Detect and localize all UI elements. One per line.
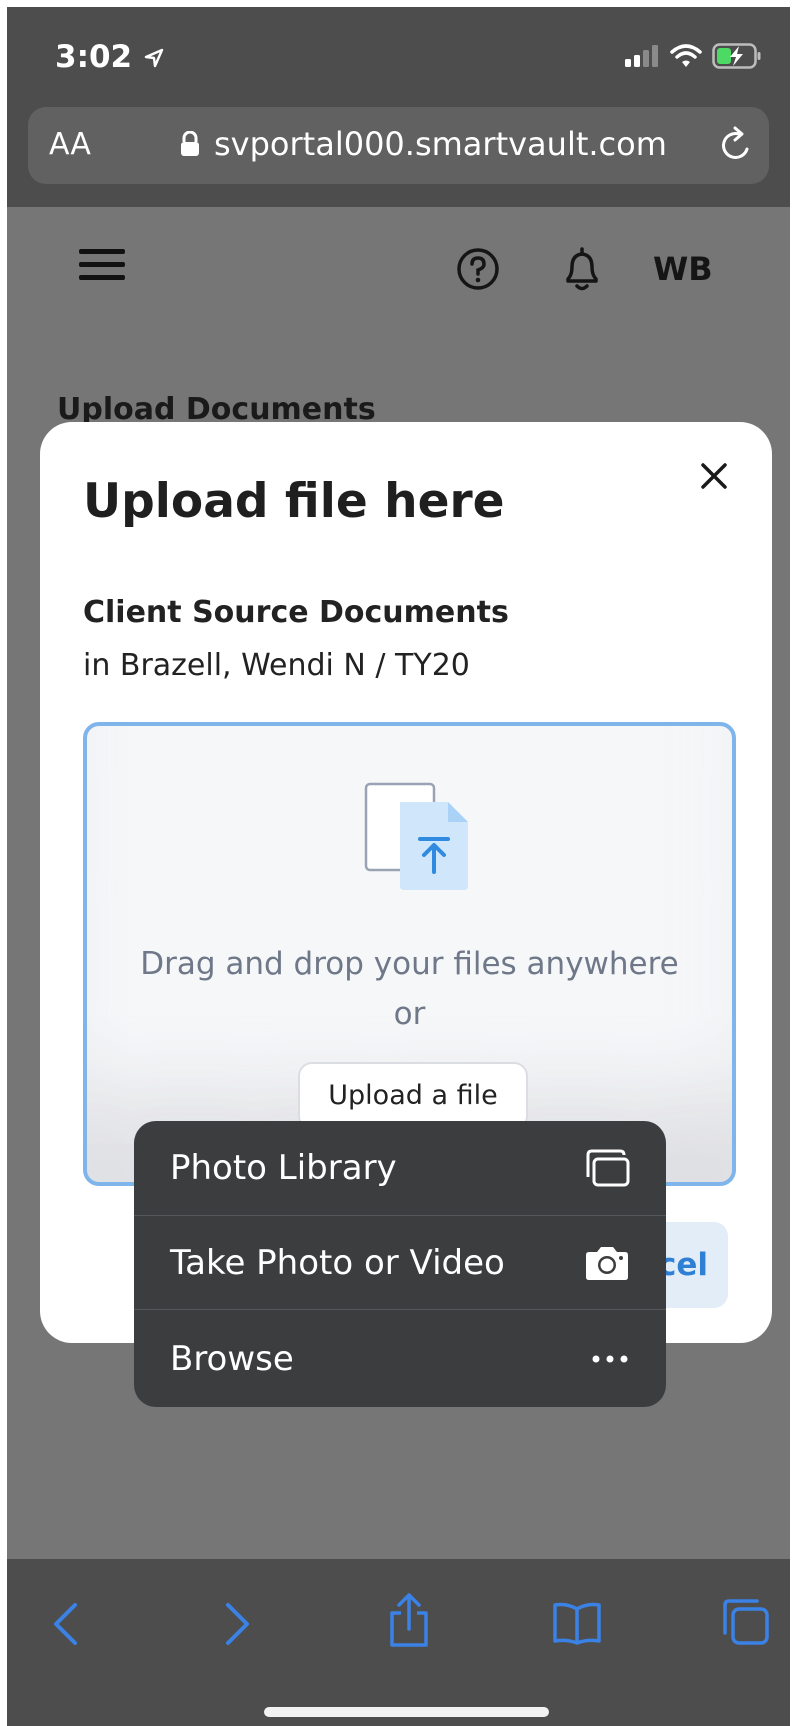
bell-icon[interactable] xyxy=(562,245,602,293)
menu-item-label: Photo Library xyxy=(170,1148,397,1188)
status-indicators xyxy=(624,43,762,69)
camera-icon xyxy=(586,1246,628,1280)
bookmarks-icon[interactable] xyxy=(551,1601,603,1645)
back-icon[interactable] xyxy=(51,1601,81,1647)
status-time: 3:02 xyxy=(55,39,165,75)
file-source-menu: Photo Library Take Photo or Video Browse xyxy=(134,1121,666,1407)
safari-top-chrome: 3:02 AA svportal000.smartvault.com xyxy=(7,7,790,207)
upload-file-button[interactable]: Upload a file xyxy=(298,1062,528,1130)
close-icon[interactable] xyxy=(700,462,728,490)
drop-instructions: Drag and drop your files anywhere xyxy=(140,946,679,982)
folder-path: in Brazell, Wendi N / TY20 xyxy=(83,648,470,683)
photo-library-icon xyxy=(586,1149,630,1187)
share-icon[interactable] xyxy=(387,1593,431,1649)
drop-or-text: or xyxy=(393,996,426,1032)
hamburger-menu-icon[interactable] xyxy=(79,247,125,283)
lock-icon xyxy=(181,131,199,156)
location-arrow-icon xyxy=(144,48,164,68)
url-text[interactable]: svportal000.smartvault.com xyxy=(214,125,667,163)
help-icon[interactable] xyxy=(456,247,500,291)
home-indicator[interactable] xyxy=(264,1707,549,1717)
menu-item-photo-library[interactable]: Photo Library xyxy=(134,1121,666,1215)
menu-item-label: Browse xyxy=(170,1338,294,1379)
battery-charging-icon xyxy=(712,43,761,69)
more-icon xyxy=(592,1355,628,1362)
forward-icon[interactable] xyxy=(222,1601,252,1647)
menu-item-take-photo[interactable]: Take Photo or Video xyxy=(134,1215,666,1309)
folder-name: Client Source Documents xyxy=(83,595,509,630)
file-upload-icon xyxy=(364,782,468,890)
reload-icon[interactable] xyxy=(717,125,755,165)
cellular-signal-icon xyxy=(625,45,658,67)
text-size-button[interactable]: AA xyxy=(49,127,91,162)
address-bar[interactable]: AA svportal000.smartvault.com xyxy=(28,107,769,184)
wifi-icon xyxy=(670,44,702,67)
menu-item-label: Take Photo or Video xyxy=(170,1242,505,1283)
file-dropzone[interactable]: Drag and drop your files anywhere or Upl… xyxy=(83,722,736,1186)
safari-toolbar xyxy=(7,1559,790,1726)
modal-title: Upload file here xyxy=(83,474,505,529)
menu-item-browse[interactable]: Browse xyxy=(134,1309,666,1407)
user-avatar[interactable]: WB xyxy=(653,250,713,288)
tabs-icon[interactable] xyxy=(721,1597,771,1647)
phone-screen: 3:02 AA svportal000.smartvault.com WB Up… xyxy=(7,7,790,1726)
